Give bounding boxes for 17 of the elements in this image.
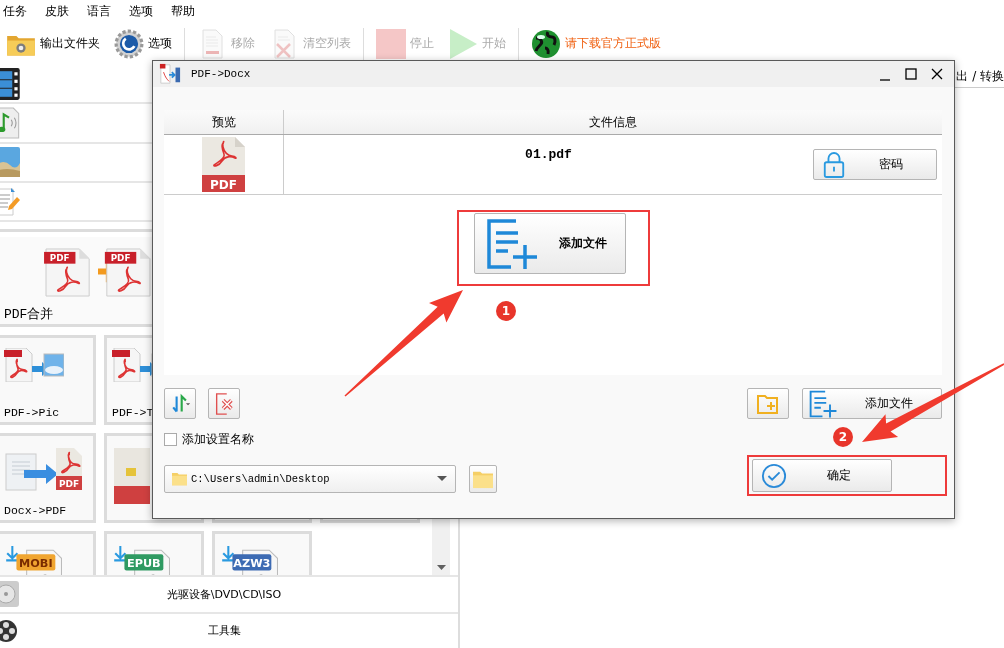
tile-label: PDF->Pic — [4, 406, 61, 421]
file-type-label: PDF — [58, 479, 80, 490]
file-type-label: PDF — [49, 253, 70, 264]
file-type-label: PDF — [210, 177, 237, 192]
tile-label: PDF->T — [112, 406, 155, 421]
file-type-label: PDF — [110, 253, 131, 264]
file-type-label: EPUB — [127, 557, 161, 571]
column-header: 出 / 转换 — [956, 67, 1004, 85]
file-type-label: MOBI — [19, 557, 53, 571]
checkbox-label: 添加设置名称 — [182, 430, 254, 448]
tile-label: Docx->PDF — [4, 504, 68, 519]
tile-label: PDF合并 — [4, 308, 55, 323]
window-title: PDF->Docx — [191, 68, 252, 80]
file-name: 01.pdf — [524, 146, 573, 162]
file-type-label: AZW3 — [233, 557, 271, 571]
column-header: 文件信息 — [588, 114, 638, 131]
column-header: 预览 — [164, 110, 284, 134]
